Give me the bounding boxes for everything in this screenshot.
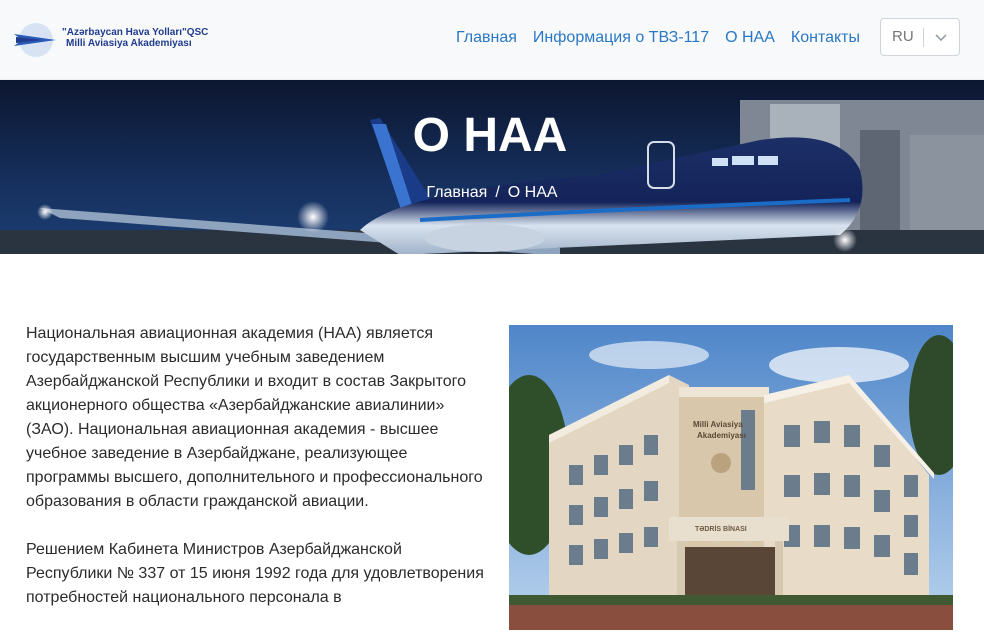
breadcrumb: Главная / О НАА <box>0 184 984 202</box>
chevron-down-icon <box>935 34 947 42</box>
building-sign-line-1: Milli Aviasiya <box>693 420 743 429</box>
site-logo[interactable]: "Azərbaycan Hava Yolları"QSC Milli Avias… <box>12 20 212 60</box>
logo-line-1: "Azərbaycan Hava Yolları"QSC <box>62 27 209 38</box>
page-title: О НАА <box>412 109 568 162</box>
language-select-value: RU <box>892 28 914 45</box>
airplane-hero-image <box>0 80 984 254</box>
nav-link-about[interactable]: О НАА <box>725 28 775 48</box>
entrance-sign: TƏDRİS BİNASI <box>695 525 747 533</box>
logo-line-2: Milli Aviasiya Akademiyası <box>66 38 192 49</box>
breadcrumb-separator: / <box>495 184 500 201</box>
about-paragraph-2: Решением Кабинета Министров Азербайджанс… <box>26 541 484 606</box>
nav-link-tv3-117-info[interactable]: Информация о ТВЗ-117 <box>533 28 709 48</box>
academy-emblem-icon <box>711 453 731 473</box>
breadcrumb-home-link[interactable]: Главная <box>426 184 487 201</box>
language-select[interactable]: RU <box>880 18 960 56</box>
building-sign-line-2: Akademiyası <box>697 431 746 440</box>
nav-link-home[interactable]: Главная <box>456 28 517 48</box>
about-text: Национальная авиационная академия (НАА) … <box>26 322 486 634</box>
nav-link-contacts[interactable]: Контакты <box>791 28 860 48</box>
main-nav: Главная Информация о ТВЗ-117 О НАА Конта… <box>456 28 860 48</box>
site-header: "Azərbaycan Hava Yolları"QSC Milli Avias… <box>0 0 984 80</box>
hero-banner: О НАА Главная / О НАА <box>0 80 984 254</box>
breadcrumb-current: О НАА <box>507 184 558 201</box>
academy-building-photo: Milli Aviasiya Akademiyası TƏDRİS BİNASI <box>509 325 953 630</box>
airplane-logo-icon <box>14 23 56 57</box>
language-select-divider <box>923 28 924 47</box>
about-paragraph-1: Национальная авиационная академия (НАА) … <box>26 325 483 510</box>
